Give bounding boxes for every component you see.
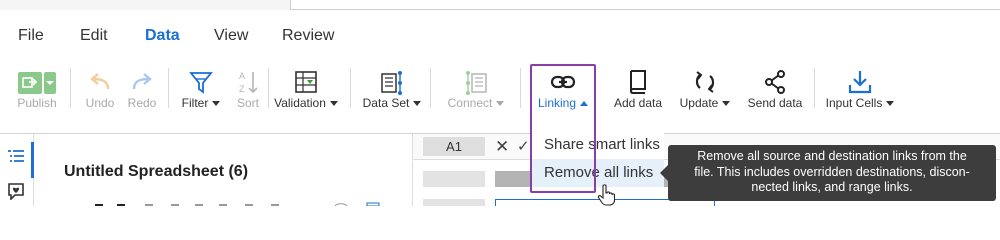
tooltip-line: Remove all source and destination links … — [697, 149, 967, 163]
data-set-button[interactable]: Data Set — [360, 62, 424, 118]
left-sidebar — [0, 134, 34, 206]
linking-label: Linking — [537, 96, 577, 110]
menu-file[interactable]: File — [18, 27, 44, 45]
sort-icon: A Z — [239, 71, 258, 94]
connect-button[interactable]: Connect — [444, 62, 508, 118]
toolbar-divider — [350, 68, 351, 108]
row-header-cell — [423, 199, 485, 206]
cancel-edit-icon[interactable]: ✕ — [495, 137, 509, 156]
add-data-label: Add data — [613, 96, 663, 110]
comment-heart-icon[interactable] — [7, 182, 25, 200]
menu-data[interactable]: Data — [145, 27, 180, 45]
undo-label: Undo — [85, 96, 115, 110]
connect-icon — [466, 71, 487, 95]
remove-all-links-item[interactable]: Remove all links — [532, 159, 664, 187]
outline-list-icon[interactable] — [7, 148, 25, 166]
link-icon — [550, 75, 576, 89]
undo-button[interactable]: Undo — [80, 62, 120, 118]
validation-label: Validation — [274, 96, 326, 110]
menu-edit[interactable]: Edit — [80, 27, 108, 45]
redo-icon — [132, 73, 152, 90]
input-cells-label: Input Cells — [825, 96, 883, 110]
tooltip-line: file. This includes overridden destinati… — [694, 164, 970, 179]
linking-caret-up-icon — [580, 101, 589, 107]
share-icon — [765, 70, 785, 94]
filter-label: Filter — [181, 96, 209, 110]
hand-pointer-cursor-icon — [597, 184, 616, 206]
publish-label: Publish — [17, 96, 57, 110]
linking-dropdown-menu: Share smart links Remove all links — [532, 128, 664, 191]
validation-caret-icon — [329, 101, 338, 107]
tooltip-line: nected links, and range links. — [751, 180, 913, 194]
send-data-label: Send data — [747, 96, 803, 110]
toolbar: Publish Undo Redo Filter A Z Sort Valida… — [0, 62, 1000, 132]
cell-reference-box[interactable]: A1 — [423, 137, 485, 156]
data-set-caret-icon — [413, 101, 422, 107]
undo-icon — [90, 73, 110, 90]
top-bar — [0, 0, 1000, 10]
spreadsheet-title: Untitled Spreadsheet (6) — [64, 163, 249, 180]
validation-button[interactable]: Validation — [272, 62, 340, 118]
redo-button[interactable]: Redo — [122, 62, 162, 118]
toolbar-divider — [168, 68, 169, 108]
toolbar-divider — [520, 68, 521, 108]
share-smart-links-item[interactable]: Share smart links — [532, 131, 664, 159]
sheet-toolbar-icons — [95, 202, 380, 206]
download-arrow-icon — [848, 71, 872, 94]
book-icon — [629, 70, 646, 94]
data-set-icon — [381, 71, 402, 95]
filter-caret-icon — [212, 101, 221, 107]
top-bar-panel — [290, 0, 1000, 10]
validation-icon — [295, 71, 317, 93]
row-header-cell — [423, 171, 485, 187]
update-label: Update — [679, 96, 719, 110]
sort-button[interactable]: A Z Sort — [230, 62, 266, 118]
menu-view[interactable]: View — [214, 27, 248, 45]
linking-button[interactable]: Linking — [532, 62, 594, 118]
svg-text:Z: Z — [239, 84, 245, 94]
toolbar-divider — [70, 68, 71, 108]
update-button[interactable]: Update — [676, 62, 734, 118]
filter-button[interactable]: Filter — [178, 62, 224, 118]
data-set-label: Data Set — [362, 96, 410, 110]
send-data-button[interactable]: Send data — [746, 62, 804, 118]
publish-button[interactable]: Publish — [10, 62, 64, 118]
sort-label: Sort — [236, 96, 259, 110]
connect-caret-icon — [496, 101, 505, 107]
svg-text:A: A — [239, 71, 245, 81]
sidebar-active-indicator — [31, 142, 34, 178]
toolbar-divider — [814, 68, 815, 108]
toolbar-divider — [268, 68, 269, 108]
toolbar-divider — [430, 68, 431, 108]
add-data-button[interactable]: Add data — [610, 62, 666, 118]
filter-icon — [189, 72, 213, 94]
refresh-icon — [695, 71, 715, 93]
connect-label: Connect — [447, 96, 493, 110]
redo-label: Redo — [127, 96, 157, 110]
confirm-edit-icon[interactable]: ✓ — [517, 137, 530, 156]
publish-icon — [18, 72, 56, 94]
update-caret-icon — [722, 101, 731, 107]
menu-review[interactable]: Review — [282, 27, 334, 45]
remove-links-tooltip: Remove all source and destination links … — [660, 145, 996, 201]
input-cells-button[interactable]: Input Cells — [824, 62, 896, 118]
input-cells-caret-icon — [886, 101, 895, 107]
